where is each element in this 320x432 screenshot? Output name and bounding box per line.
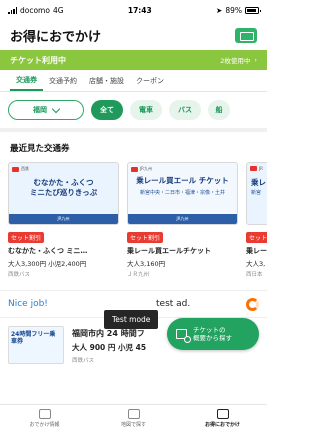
ticket-image-strip: JR九州 [128,214,237,224]
ticket-image-strip: JR九州 [9,214,118,224]
ticket-company: 西鉄バス [72,358,95,364]
ticket-price: 大人3,160円 [127,260,166,268]
ticket-image-headline-2: ミニたび巡りきっぷ [29,188,98,197]
usage-right: 2枚使用中 › [220,55,257,65]
brand-logo: JR九州 [131,166,152,172]
nav-label: おでかけ情報 [29,422,60,428]
ticket-image-headline: 乗レ [251,178,266,187]
signal-icon [8,6,17,14]
ticket-image-subtitle: 新宮中央・二日市・福津・宗像・土井 [139,190,225,196]
ad-logo-icon [246,297,259,311]
ticket-image: 西鉄 むなかた・ふくつ ミニたび巡りきっぷ JR九州 [8,162,119,225]
filter-bar: 福岡 全て 電車 バス 船 [0,92,267,128]
discount-badge: セット割引 [127,232,164,243]
battery-percent: 89% [225,5,242,15]
usage-label: チケット利用中 [10,55,66,65]
category-tabs: 交通券 交通予約 店舗・施設 クーポン [0,70,267,92]
filter-chip-ship[interactable]: 船 [208,100,230,120]
ad-text: test ad. [156,299,191,309]
usage-count: 2枚使用中 [220,57,251,65]
recent-tickets-carousel[interactable]: 西鉄 むなかた・ふくつ ミニたび巡りきっぷ JR九州 セット割引 むなかた・ふく… [0,162,267,284]
ticket-name: 乗レール買エールチケット [127,247,211,255]
bottom-nav: おでかけ情報 地図で探す お得におでかけ [0,404,267,432]
ticket-usage-banner[interactable]: チケット利用中 2枚使用中 › [0,50,267,70]
ticket-list-item[interactable]: 24時間フリー乗車券 福岡市内 24 時間フ 大人 900 円 小児 45 西鉄… [0,318,267,380]
ticket-list-info: 福岡市内 24 時間フ 大人 900 円 小児 45 西鉄バス [72,326,146,372]
tab-shops-facilities[interactable]: 店舗・施設 [83,76,130,91]
region-label: 福岡 [33,106,47,114]
battery-icon [245,6,261,14]
nav-outing-info[interactable]: おでかけ情報 [10,409,80,428]
chevron-right-icon: › [254,56,257,64]
brand-logo: 西鉄 [12,166,29,172]
nav-deals[interactable]: お得におでかけ [188,409,258,428]
ticket-card[interactable]: JR 乗レ 新宮 セット 乗レー 大人3, 西日本 [246,162,267,284]
ticket-price: 大人3,300円 小児2,400円 [8,260,87,268]
ticket-image-subtitle: 新宮 [251,190,262,196]
browse-tickets-button[interactable]: チケットの 概要から探す [167,318,259,350]
status-bar: docomo 4G 17:43 ➤ 89% [0,0,267,20]
filter-chip-train[interactable]: 電車 [130,100,162,120]
status-right: ➤ 89% [216,5,261,15]
filter-chip-all[interactable]: 全て [91,100,123,120]
section-title-recent: 最近見た交通券 [10,144,70,154]
chevron-down-icon [51,104,61,113]
discount-badge: セット [246,232,267,243]
carrier-label: docomo [20,5,50,15]
ticket-icon[interactable] [235,27,257,43]
tab-transport-tickets[interactable]: 交通券 [10,75,43,91]
ticket-price: 大人 900 円 小児 45 [72,343,147,352]
ticket-image-headline: むなかた・ふくつ [33,178,94,187]
region-select[interactable]: 福岡 [8,100,84,120]
map-icon [127,409,140,419]
ticket-card[interactable]: 西鉄 むなかた・ふくつ ミニたび巡りきっぷ JR九州 セット割引 むなかた・ふく… [8,162,119,284]
tab-coupons[interactable]: クーポン [130,76,170,91]
nav-map-search[interactable]: 地図で探す [99,409,169,428]
clock: 17:43 [127,5,152,15]
ticket-thumbnail-label: 24時間フリー乗車券 [11,331,56,345]
discount-badge: セット割引 [8,232,45,243]
brand-logo: JR [250,166,263,171]
header: お得におでかけ [0,20,267,50]
ticket-price: 大人3, [246,260,266,268]
ticket-card[interactable]: JR九州 乗レール買エール チケット 新宮中央・二日市・福津・宗像・土井 JR九… [127,162,238,284]
ad-headline: Nice job! [8,299,48,309]
ticket-title: 福岡市内 24 時間フ [72,329,145,338]
ticket-name: 乗レー [246,247,267,255]
search-ticket-icon [176,329,191,343]
ticket-image: JR九州 乗レール買エール チケット 新宮中央・二日市・福津・宗像・土井 JR九… [127,162,238,225]
browse-tickets-label: チケットの 概要から探す [193,326,232,342]
ticket-thumbnail: 24時間フリー乗車券 [8,326,64,364]
ticket-image: JR 乗レ 新宮 [246,162,267,225]
ticket-company: ＪＲ九州 [127,272,150,278]
ticket-name: むなかた・ふくつ ミニ… [8,247,88,255]
tab-transport-reservation[interactable]: 交通予約 [43,76,83,91]
status-left: docomo 4G [8,6,64,15]
network-label: 4G [52,5,64,15]
outing-info-icon [38,409,51,419]
ticket-icon [216,409,229,419]
ticket-image-headline: 乗レール買エール チケット [136,176,229,185]
ticket-company: 西鉄バス [8,272,31,278]
filter-chip-bus[interactable]: バス [169,100,201,120]
ticket-company: 西日本 [246,272,263,278]
nav-label: お得におでかけ [204,422,240,428]
location-icon: ➤ [216,5,223,15]
nav-label: 地図で探す [120,422,146,428]
page-title: お得におでかけ [10,29,102,45]
